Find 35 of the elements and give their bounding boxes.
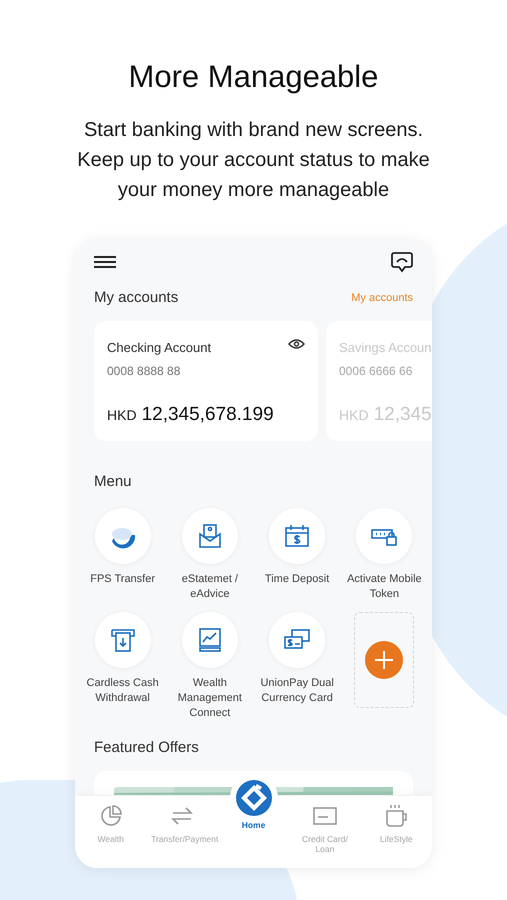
account-name: Checking Account xyxy=(107,339,212,357)
my-accounts-link[interactable]: My accounts xyxy=(351,290,413,306)
menu-item-label: Wealth Management Connect xyxy=(176,676,243,720)
menu-icon[interactable] xyxy=(94,256,116,268)
tab[interactable]: Wealth xyxy=(75,802,146,844)
chart-screen-icon xyxy=(196,626,223,652)
tab[interactable]: LifeStyle xyxy=(360,802,432,844)
chat-icon[interactable] xyxy=(391,250,413,272)
account-card[interactable]: Checking Account 0008 8888 88 HKD 12,345,678.199 xyxy=(94,321,318,441)
menu-item-label: Cardless Cash Withdrawal xyxy=(86,676,160,706)
menu-item-label: UnionPay Dual Currency Card xyxy=(259,676,335,706)
subtitle: Start banking with brand new screens. Keep up to your account status to make your money more manageable xyxy=(76,118,431,202)
account-number: 0006 6666 66 xyxy=(339,362,414,380)
tab[interactable]: Home xyxy=(218,780,290,830)
account-balance: 12,345,678.199 xyxy=(142,402,274,426)
headline: More Manageable xyxy=(128,58,378,96)
section-title: Menu xyxy=(93,472,133,492)
atm-withdrawal-icon xyxy=(110,626,136,652)
tab[interactable]: Credit Card/ Loan xyxy=(289,802,361,854)
envelope-icon xyxy=(196,522,223,548)
add-icon[interactable] xyxy=(365,640,404,678)
account-number: 0008 8888 88 xyxy=(107,362,182,380)
add-shortcut-slot[interactable] xyxy=(354,612,414,708)
calendar-dollar-icon xyxy=(284,522,310,548)
eye-icon[interactable] xyxy=(288,338,305,350)
section-title: My accounts xyxy=(94,288,178,308)
menu-item-label: eStatemet / eAdvice xyxy=(180,572,239,602)
menu-item-label: Time Deposit xyxy=(264,572,330,586)
pie-chart-icon xyxy=(98,804,123,828)
tab[interactable]: Transfer/Payment xyxy=(146,802,218,844)
coffee-cup-icon xyxy=(383,802,410,828)
section-title: Featured Offers xyxy=(93,738,200,758)
currency: HKD xyxy=(107,406,137,424)
menu-item-label: FPS Transfer xyxy=(89,572,156,586)
menu-item-label: Activate Mobile Token xyxy=(346,572,423,602)
